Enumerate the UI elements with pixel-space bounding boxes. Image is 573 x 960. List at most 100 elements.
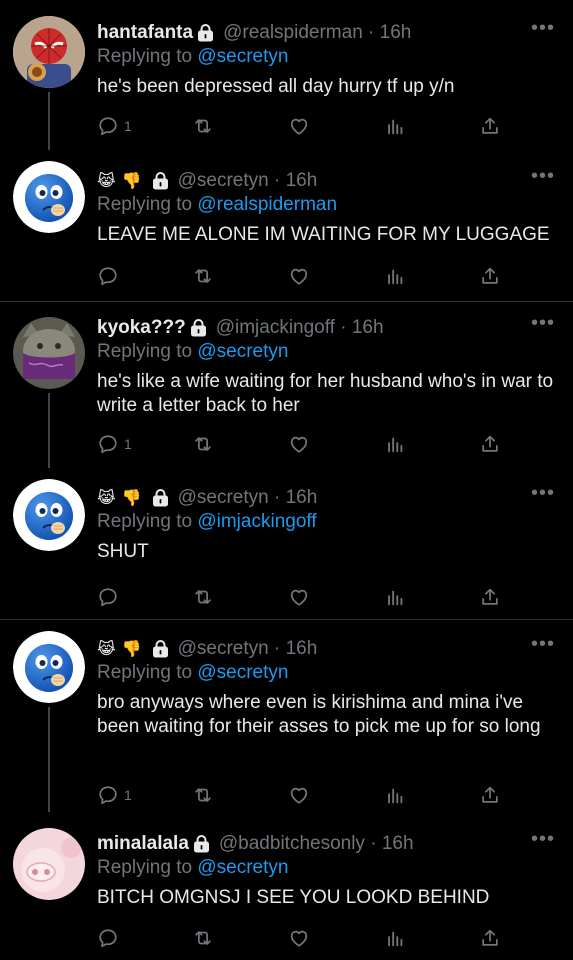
share-button[interactable] [479, 783, 501, 807]
share-icon [479, 265, 501, 287]
analytics-icon [384, 265, 406, 287]
reply-count: 1 [124, 787, 132, 803]
share-button[interactable] [479, 926, 501, 950]
like-button[interactable] [288, 114, 310, 138]
replying-to: Replying to @secretyn [97, 46, 289, 67]
share-button[interactable] [479, 585, 501, 609]
like-icon [288, 265, 310, 287]
tweet-text: bro anyways where even is kirishima and … [97, 692, 541, 737]
analytics-icon [384, 115, 406, 137]
reply-button[interactable]: 1 [97, 432, 132, 456]
like-button[interactable] [288, 926, 310, 950]
retweet-button[interactable] [192, 783, 214, 807]
handle-timestamp[interactable]: @realspiderman · 16h [223, 22, 411, 44]
analytics-button[interactable] [384, 264, 406, 288]
like-icon [288, 927, 310, 949]
display-name[interactable]: hantafanta [97, 22, 193, 44]
share-icon [479, 927, 501, 949]
handle-timestamp[interactable]: @secretyn · 16h [178, 638, 318, 660]
tweet-text: he's been depressed all day hurry tf up … [97, 76, 455, 97]
lock-icon [190, 319, 207, 337]
replying-to-link[interactable]: @secretyn [197, 857, 288, 878]
avatar[interactable] [13, 631, 85, 703]
like-button[interactable] [288, 264, 310, 288]
analytics-button[interactable] [384, 114, 406, 138]
thread-line [48, 707, 50, 812]
replying-to: Replying to @imjackingoff [97, 511, 317, 532]
retweet-icon [192, 265, 214, 287]
tweet[interactable]: hantafanta @realspiderman · 16h ••• Repl… [0, 0, 573, 150]
analytics-button[interactable] [384, 432, 406, 456]
like-icon [288, 115, 310, 137]
thread-line [48, 393, 50, 468]
retweet-button[interactable] [192, 114, 214, 138]
retweet-icon [192, 433, 214, 455]
avatar[interactable] [13, 317, 85, 389]
retweet-button[interactable] [192, 926, 214, 950]
handle-timestamp[interactable]: @imjackingoff · 16h [216, 317, 384, 339]
share-button[interactable] [479, 264, 501, 288]
retweet-icon [192, 784, 214, 806]
tweet-text: LEAVE ME ALONE IM WAITING FOR MY LUGGAGE [97, 224, 550, 245]
avatar[interactable] [13, 161, 85, 233]
tweet[interactable]: 😹 👎 @secretyn · 16h ••• Replying to @sec… [0, 620, 573, 812]
avatar[interactable] [13, 16, 85, 88]
lock-icon [197, 24, 214, 42]
tweet[interactable]: 😹 👎 @secretyn · 16h ••• Replying to @rea… [0, 150, 573, 301]
emoji: 👎 [121, 641, 142, 658]
like-icon [288, 784, 310, 806]
replying-to-link[interactable]: @secretyn [197, 46, 288, 67]
like-icon [288, 586, 310, 608]
retweet-button[interactable] [192, 432, 214, 456]
avatar[interactable] [13, 828, 85, 900]
avatar[interactable] [13, 479, 85, 551]
share-icon [479, 784, 501, 806]
thread-line [48, 92, 50, 150]
more-icon[interactable]: ••• [531, 483, 555, 503]
more-icon[interactable]: ••• [531, 829, 555, 849]
lock-icon [152, 640, 169, 658]
replying-to: Replying to @secretyn [97, 341, 289, 362]
reply-icon [97, 927, 119, 949]
reply-button[interactable] [97, 585, 119, 609]
handle-timestamp[interactable]: @badbitchesonly · 16h [219, 833, 414, 855]
retweet-button[interactable] [192, 585, 214, 609]
analytics-button[interactable] [384, 783, 406, 807]
like-button[interactable] [288, 585, 310, 609]
reply-icon [97, 586, 119, 608]
like-icon [288, 433, 310, 455]
tweet[interactable]: kyoka??? @imjackingoff · 16h ••• Replyin… [0, 302, 573, 468]
share-button[interactable] [479, 432, 501, 456]
replying-to-link[interactable]: @secretyn [197, 662, 288, 683]
more-icon[interactable]: ••• [531, 18, 555, 38]
reply-button[interactable] [97, 264, 119, 288]
display-name[interactable]: minalalala [97, 833, 189, 855]
handle-timestamp[interactable]: @secretyn · 16h [178, 487, 318, 509]
tweet-text: SHUT [97, 541, 149, 562]
more-icon[interactable]: ••• [531, 313, 555, 333]
replying-to-link[interactable]: @imjackingoff [197, 511, 316, 532]
reply-button[interactable] [97, 926, 119, 950]
tweet[interactable]: minalalala @badbitchesonly · 16h ••• Rep… [0, 812, 573, 960]
replying-to: Replying to @secretyn [97, 857, 289, 878]
emoji: 👎 [121, 490, 142, 507]
more-icon[interactable]: ••• [531, 166, 555, 186]
share-button[interactable] [479, 114, 501, 138]
retweet-button[interactable] [192, 264, 214, 288]
analytics-button[interactable] [384, 926, 406, 950]
display-name[interactable]: kyoka??? [97, 317, 186, 339]
like-button[interactable] [288, 432, 310, 456]
lock-icon [152, 172, 169, 190]
tweet[interactable]: 😹 👎 @secretyn · 16h ••• Replying to @imj… [0, 468, 573, 619]
share-icon [479, 586, 501, 608]
handle-timestamp[interactable]: @secretyn · 16h [178, 170, 318, 192]
like-button[interactable] [288, 783, 310, 807]
emoji: 😹 [97, 490, 116, 507]
more-icon[interactable]: ••• [531, 634, 555, 654]
reply-button[interactable]: 1 [97, 783, 132, 807]
replying-to-link[interactable]: @realspiderman [197, 194, 337, 215]
analytics-button[interactable] [384, 585, 406, 609]
replying-to-link[interactable]: @secretyn [197, 341, 288, 362]
lock-icon [193, 835, 210, 853]
reply-button[interactable]: 1 [97, 114, 132, 138]
